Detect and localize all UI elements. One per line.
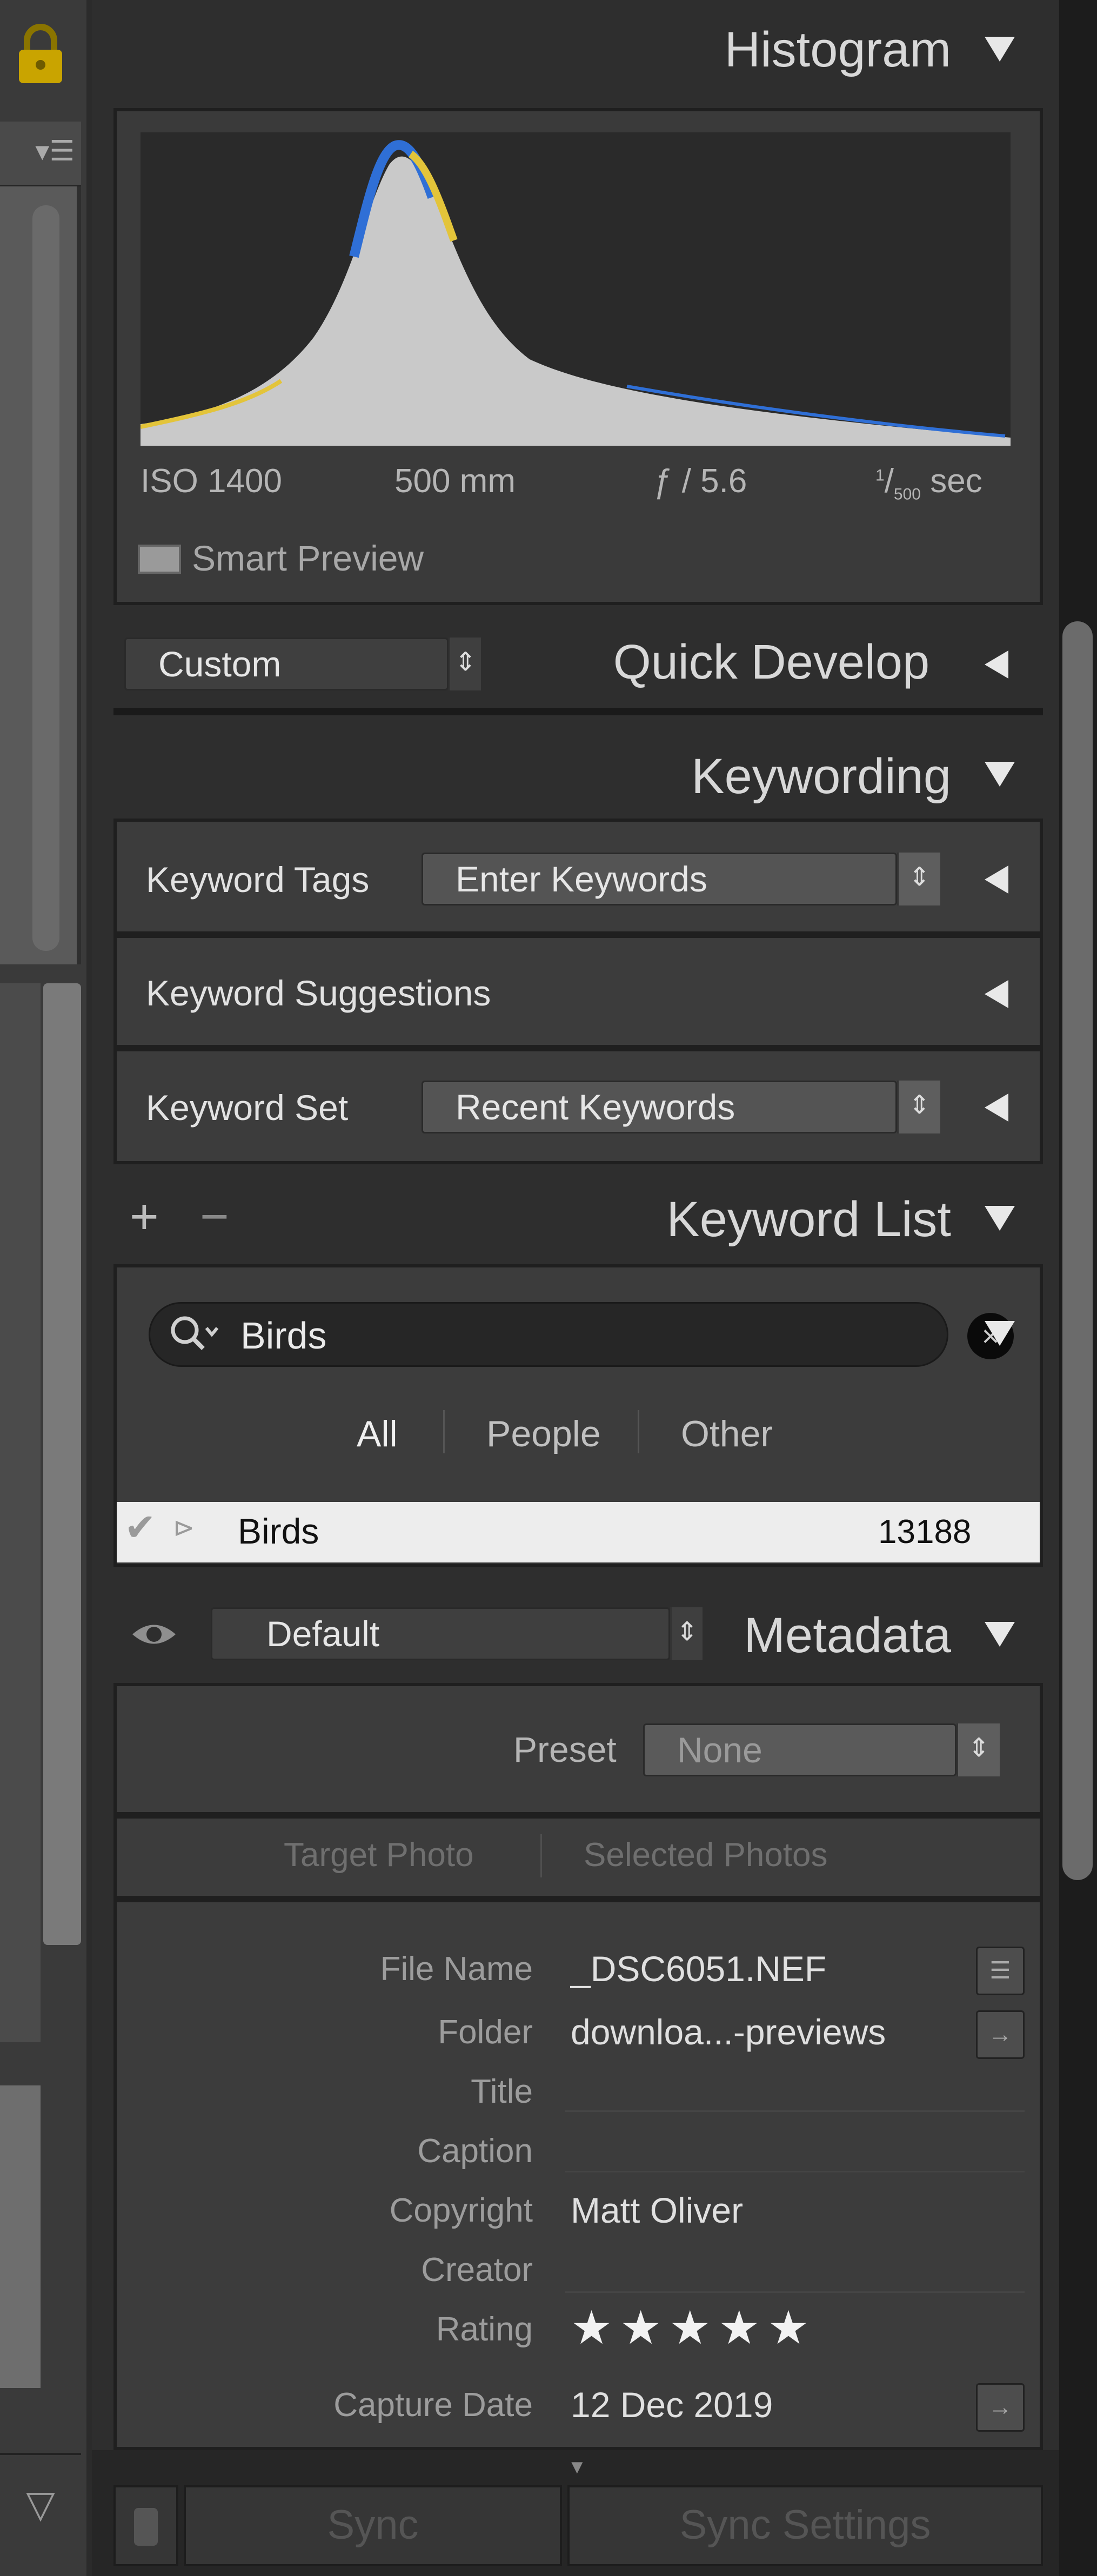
- folder-value[interactable]: downloa...-previews: [571, 2011, 886, 2052]
- keyword-tags-value: Enter Keywords: [456, 859, 707, 899]
- metadata-preset-label: Preset: [513, 1729, 617, 1769]
- add-keyword-button[interactable]: +: [130, 1189, 159, 1245]
- metadata-preset-select[interactable]: None: [643, 1723, 956, 1776]
- keyword-set-stepper-icon[interactable]: ⇕: [897, 1081, 940, 1133]
- caption-field-underline: [565, 2171, 1025, 2172]
- shutter-unit: sec: [930, 462, 982, 500]
- right-scrollbar-thumb[interactable]: [1062, 621, 1093, 1880]
- file-name-value[interactable]: _DSC6051.NEF: [571, 1948, 826, 1989]
- creator-field-underline: [565, 2291, 1025, 2293]
- tab-divider: [540, 1834, 542, 1877]
- keyword-tags-dropdown[interactable]: Enter Keywords: [422, 853, 897, 905]
- metadata-title[interactable]: Metadata: [697, 1607, 951, 1664]
- tab-selected-photos[interactable]: Selected Photos: [584, 1836, 828, 1874]
- keyword-set-label: Keyword Set: [146, 1088, 349, 1128]
- keyword-suggestions-expand-icon[interactable]: [985, 980, 1008, 1008]
- shutter-numerator: 1: [875, 466, 885, 485]
- copyright-label: Copyright: [389, 2192, 533, 2229]
- creator-label: Creator: [421, 2251, 533, 2289]
- keyword-list-collapse-icon[interactable]: [985, 1206, 1015, 1231]
- quick-develop-preset-dropdown[interactable]: Custom: [124, 638, 449, 690]
- chevron-down-icon[interactable]: ▽: [0, 2453, 81, 2576]
- title-label: Title: [471, 2073, 533, 2110]
- keyword-suggestions-label: Keyword Suggestions: [146, 973, 491, 1013]
- smart-preview-icon: [138, 545, 181, 574]
- metadata-preset-select-stepper-icon[interactable]: ⇕: [956, 1723, 1000, 1776]
- left-scrollbar-thumb-lower[interactable]: [43, 983, 81, 1945]
- folder-go-icon[interactable]: →: [976, 2010, 1025, 2059]
- remove-keyword-button[interactable]: −: [200, 1189, 229, 1245]
- metadata-fields-panel: File Name _DSC6051.NEF ☰ Folder downloa.…: [113, 1899, 1043, 2450]
- quick-develop-stepper-icon[interactable]: ⇕: [449, 638, 481, 690]
- aperture-readout: ƒ / 5.6: [654, 462, 747, 500]
- metadata-collapse-icon[interactable]: [985, 1622, 1015, 1647]
- focal-length-readout: 500 mm: [394, 462, 516, 500]
- smart-preview-label[interactable]: Smart Preview: [192, 538, 424, 579]
- capture-date-label: Capture Date: [333, 2386, 533, 2424]
- sync-settings-button[interactable]: Sync Settings: [567, 2485, 1043, 2566]
- rating-label: Rating: [436, 2311, 533, 2348]
- keyword-tags-label: Keyword Tags: [146, 860, 370, 900]
- metadata-preset-value: Default: [266, 1614, 380, 1654]
- histogram-title[interactable]: Histogram: [578, 22, 951, 78]
- histogram-luminance-area: [141, 156, 1011, 446]
- capture-date-value[interactable]: 12 Dec 2019: [571, 2384, 773, 2425]
- keyword-tags-stepper-icon[interactable]: ⇕: [897, 853, 940, 905]
- file-name-label: File Name: [380, 1950, 533, 1988]
- filter-divider: [443, 1410, 445, 1453]
- folder-label: Folder: [438, 2014, 533, 2051]
- title-field-underline: [565, 2110, 1025, 2112]
- keyword-set-expand-icon[interactable]: [985, 1094, 1008, 1122]
- file-name-rename-icon[interactable]: ☰: [976, 1947, 1025, 1995]
- capture-date-edit-icon[interactable]: →: [976, 2383, 1025, 2432]
- keyword-checkbox-icon[interactable]: ✔: [124, 1505, 156, 1549]
- tab-target-photo[interactable]: Target Photo: [284, 1836, 474, 1874]
- left-list-panel-lower: [0, 983, 41, 2042]
- search-icon[interactable]: [168, 1312, 222, 1357]
- metadata-target-tabs: [113, 1815, 1043, 1899]
- histogram-chart: [140, 132, 1011, 446]
- search-options-icon[interactable]: [985, 1321, 1015, 1346]
- lock-icon[interactable]: [11, 22, 70, 86]
- filter-people[interactable]: People: [486, 1413, 601, 1455]
- keyword-set-value: Recent Keywords: [456, 1087, 735, 1127]
- quick-develop-title[interactable]: Quick Develop: [524, 635, 929, 690]
- footer-collapse-icon[interactable]: ▼: [567, 2456, 587, 2478]
- section-divider: [113, 708, 1043, 715]
- quick-develop-preset-value: Custom: [158, 644, 282, 684]
- keywording-collapse-icon[interactable]: [985, 762, 1015, 787]
- filter-all[interactable]: All: [357, 1413, 398, 1455]
- left-scrollbar-thumb[interactable]: [32, 205, 59, 951]
- sync-toggle-switch[interactable]: [113, 2485, 178, 2566]
- eye-icon[interactable]: [130, 1615, 178, 1653]
- keyword-row-name: Birds: [238, 1511, 319, 1551]
- iso-readout: ISO 1400: [141, 462, 282, 500]
- caption-label: Caption: [417, 2132, 533, 2170]
- quick-develop-expand-icon[interactable]: [985, 650, 1008, 679]
- histogram-graph: [140, 140, 1011, 446]
- shutter-denominator: 500: [893, 485, 921, 504]
- keywording-title[interactable]: Keywording: [578, 748, 951, 805]
- copyright-value[interactable]: Matt Oliver: [571, 2190, 743, 2231]
- histogram-collapse-icon[interactable]: [985, 37, 1015, 62]
- metadata-preset-dropdown[interactable]: Default: [211, 1607, 670, 1660]
- keyword-row-count: 13188: [878, 1513, 972, 1551]
- keyword-expand-icon[interactable]: ⊳: [173, 1513, 195, 1543]
- keyword-search-input[interactable]: Birds: [240, 1314, 326, 1357]
- filter-divider: [638, 1410, 639, 1453]
- sort-menu-icon[interactable]: ▾☰: [0, 122, 81, 186]
- sync-button[interactable]: Sync: [184, 2485, 562, 2566]
- metadata-preset-select-value: None: [677, 1730, 762, 1770]
- right-panel: Histogram ISO 1400 500 mm ƒ / 5.6 1/500 …: [92, 0, 1059, 2576]
- filter-other[interactable]: Other: [681, 1413, 773, 1455]
- rating-stars[interactable]: ★★★★★: [571, 2301, 817, 2355]
- keyword-tags-expand-icon[interactable]: [985, 866, 1008, 894]
- left-list-panel-bottom: [0, 2085, 41, 2388]
- keyword-list-title[interactable]: Keyword List: [524, 1191, 951, 1248]
- keyword-set-dropdown[interactable]: Recent Keywords: [422, 1081, 897, 1133]
- shutter-readout: 1/500 sec: [875, 462, 982, 504]
